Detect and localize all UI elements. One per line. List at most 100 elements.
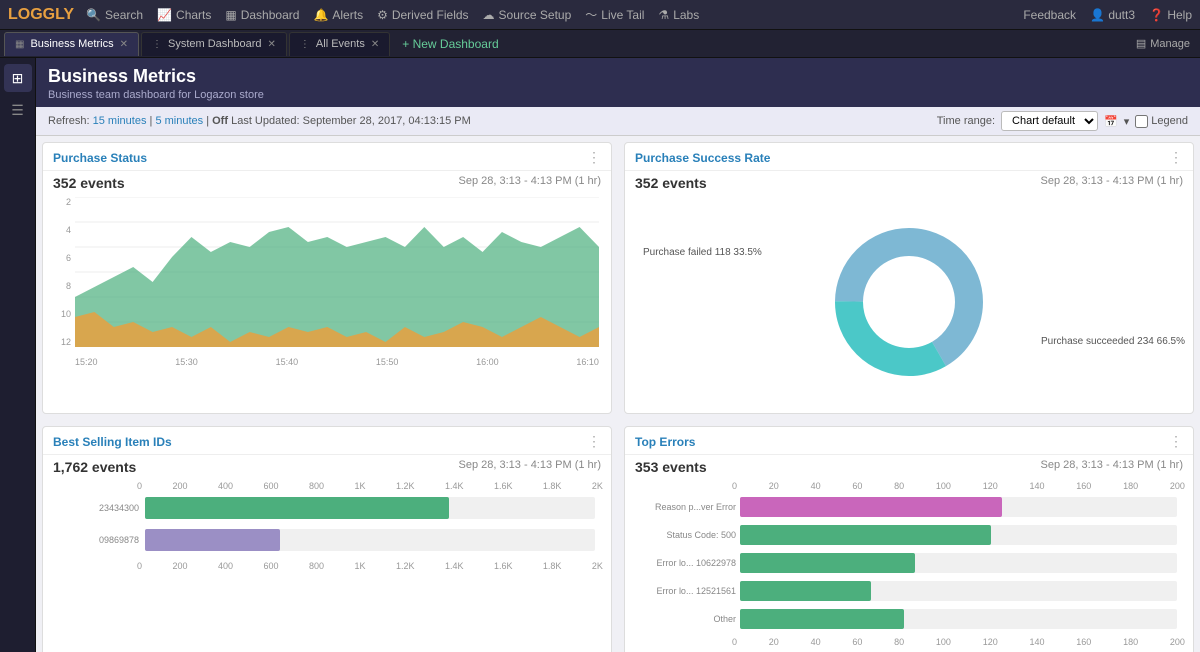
tab-all-events[interactable]: ⋮ All Events ✕ [289,32,390,56]
logo[interactable]: LOGGLY [8,6,74,24]
nav-live-tail[interactable]: 〜 Live Tail [585,6,644,23]
best-selling-panel: Best Selling Item IDs ⋮ 1,762 events Sep… [42,426,612,652]
list-item: Other [641,609,1177,629]
list-item: Error lo... 12521561 [641,581,1177,601]
top-errors-x-axis-top: 0 20 40 60 80 100 120 140 160 180 200 [732,481,1185,493]
help-button[interactable]: ❓ Help [1149,8,1192,22]
dropdown-icon[interactable]: ▾ [1124,115,1130,128]
best-selling-time: Sep 28, 3:13 - 4:13 PM (1 hr) [459,459,601,475]
purchase-status-body: 12 10 8 6 4 2 [43,193,611,373]
nav-charts[interactable]: 📈 Charts [157,8,211,22]
top-errors-bars: Reason p...ver Error Status Code: 500 [633,493,1185,629]
nav-labs[interactable]: ⚗ Labs [658,8,699,22]
tab-close-system-dashboard[interactable]: ✕ [268,39,276,50]
time-range-control: Time range: Chart default 📅 ▾ Legend [937,111,1188,131]
area-chart-svg [75,197,599,347]
best-selling-x-axis: 0 200 400 600 800 1K 1.2K 1.4K 1.6K 1.8K… [137,481,603,493]
refresh-5min-link[interactable]: 5 minutes [155,115,203,127]
purchase-status-area-chart: 12 10 8 6 4 2 [51,197,603,367]
tab-system-dashboard[interactable]: ⋮ System Dashboard ✕ [141,32,287,56]
best-selling-events: 1,762 events [53,459,136,475]
dashboard-controls: Refresh: 15 minutes | 5 minutes | Off La… [36,107,1200,136]
donut-succeeded-label: Purchase succeeded 234 66.5% [1041,336,1185,347]
error-bar-label-2: Status Code: 500 [641,530,736,540]
legend-checkbox[interactable] [1135,115,1148,128]
search-nav-icon: 🔍 [86,8,101,22]
purchase-status-events: 352 events [53,175,125,191]
alerts-nav-icon: 🔔 [313,8,328,22]
purchase-success-meta: 352 events Sep 28, 3:13 - 4:13 PM (1 hr) [625,171,1193,193]
bar-track-2 [145,529,595,551]
error-bar-fill-2 [740,525,991,545]
purchase-status-meta: 352 events Sep 28, 3:13 - 4:13 PM (1 hr) [43,171,611,193]
help-icon: ❓ [1149,8,1164,22]
error-bar-fill-3 [740,553,915,573]
error-bar-label-4: Error lo... 12521561 [641,586,736,596]
list-item: Status Code: 500 [641,525,1177,545]
donut-chart-container: Purchase failed 118 33.5% Purchase succe… [633,197,1185,407]
top-errors-menu-icon[interactable]: ⋮ [1169,433,1183,450]
purchase-status-menu-icon[interactable]: ⋮ [587,149,601,166]
top-nav: LOGGLY 🔍 Search 📈 Charts ▦ Dashboard 🔔 A… [0,0,1200,30]
error-bar-fill-4 [740,581,871,601]
sidebar-expand-icon[interactable]: ⊞ [4,64,32,92]
sidebar-nav-icon[interactable]: ☰ [4,96,32,124]
calendar-icon[interactable]: 📅 [1104,115,1118,128]
best-selling-bars: 23434300 09869878 [51,493,603,551]
tab-business-metrics[interactable]: ▦ Business Metrics ✕ [4,32,139,56]
purchase-success-header: Purchase Success Rate ⋮ [625,143,1193,171]
error-bar-track-2 [740,525,1177,545]
best-selling-meta: 1,762 events Sep 28, 3:13 - 4:13 PM (1 h… [43,455,611,477]
dashboard-header: Business Metrics Business team dashboard… [36,58,1200,107]
sidebar: ⊞ ☰ [0,58,36,652]
nav-alerts[interactable]: 🔔 Alerts [313,8,363,22]
nav-dashboard[interactable]: ▦ Dashboard [225,8,299,22]
x-axis-purchase-status: 15:20 15:30 15:40 15:50 16:00 16:10 [75,357,599,367]
page-title: Business Metrics [48,66,1188,87]
nav-search[interactable]: 🔍 Search [86,8,143,22]
nav-source-setup[interactable]: ☁ Source Setup [483,8,572,22]
purchase-status-title: Purchase Status [53,151,147,165]
tab-bar: ▦ Business Metrics ✕ ⋮ System Dashboard … [0,30,1200,58]
list-item: 09869878 [59,529,595,551]
manage-icon: ▤ [1136,37,1146,50]
best-selling-x-axis-bottom: 0 200 400 600 800 1K 1.2K 1.4K 1.6K 1.8K… [137,561,603,573]
tab-new-dashboard[interactable]: + New Dashboard [392,37,508,51]
purchase-success-panel: Purchase Success Rate ⋮ 352 events Sep 2… [624,142,1194,414]
top-errors-events: 353 events [635,459,707,475]
purchase-success-menu-icon[interactable]: ⋮ [1169,149,1183,166]
charts-nav-icon: 📈 [157,8,172,22]
source-setup-nav-icon: ☁ [483,8,495,22]
best-selling-body: 0 200 400 600 800 1K 1.2K 1.4K 1.6K 1.8K… [43,477,611,579]
refresh-off-label[interactable]: Off [212,115,228,127]
bar-fill-1 [145,497,449,519]
feedback-button[interactable]: Feedback [1023,8,1076,22]
top-errors-time: Sep 28, 3:13 - 4:13 PM (1 hr) [1041,459,1183,475]
dashboard-nav-icon: ▦ [225,8,236,22]
error-bar-fill-1 [740,497,1002,517]
last-updated-label: Last Updated: September 28, 2017, 04:13:… [231,115,471,127]
best-selling-title: Best Selling Item IDs [53,435,172,449]
manage-button[interactable]: ▤ Manage [1126,37,1200,50]
chart-grid: Purchase Status ⋮ 352 events Sep 28, 3:1… [36,136,1200,652]
app-body: ⊞ ☰ Business Metrics Business team dashb… [0,58,1200,652]
top-errors-header: Top Errors ⋮ [625,427,1193,455]
tab-icon-business-metrics: ▦ [15,39,24,50]
tab-close-business-metrics[interactable]: ✕ [120,39,128,50]
nav-derived-fields[interactable]: ⚙ Derived Fields [377,8,468,22]
donut-failed-label: Purchase failed 118 33.5% [643,247,762,258]
error-bar-track-1 [740,497,1177,517]
top-errors-title: Top Errors [635,435,695,449]
time-range-select[interactable]: Chart default [1001,111,1098,131]
tab-close-all-events[interactable]: ✕ [371,39,379,50]
list-item: Error lo... 10622978 [641,553,1177,573]
y-axis-purchase-status: 12 10 8 6 4 2 [51,197,71,347]
main-content: Business Metrics Business team dashboard… [36,58,1200,652]
best-selling-menu-icon[interactable]: ⋮ [587,433,601,450]
user-menu[interactable]: 👤 dutt3 [1090,8,1135,22]
page-subtitle: Business team dashboard for Logazon stor… [48,89,1188,101]
labs-nav-icon: ⚗ [658,8,669,22]
legend-checkbox-label: Legend [1135,115,1188,128]
user-icon: 👤 [1090,8,1105,22]
refresh-15min-link[interactable]: 15 minutes [93,115,147,127]
